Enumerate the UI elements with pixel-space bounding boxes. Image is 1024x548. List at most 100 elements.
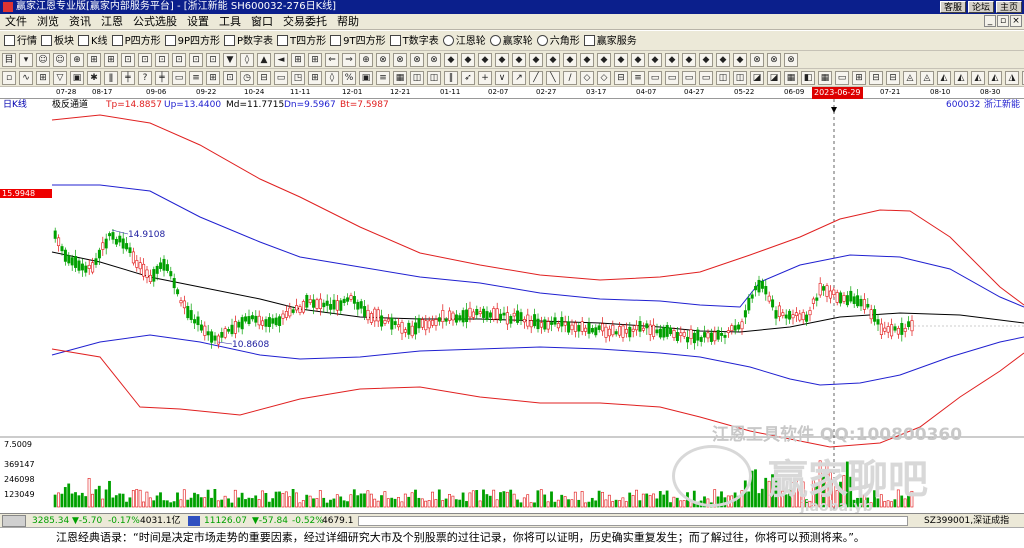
tool-icon[interactable]: ◆ [546,53,560,67]
tool-icon[interactable]: ∿ [19,71,33,85]
title-button[interactable]: 主页 [995,1,1022,13]
tool-icon[interactable]: ⊗ [784,53,798,67]
tool-icon[interactable]: ⇒ [342,53,356,67]
tool-icon[interactable]: ⊞ [87,53,101,67]
tool-icon[interactable]: ▼ [223,53,237,67]
tool-icon[interactable]: ▭ [172,71,186,85]
menu-item[interactable]: 窗口 [246,14,278,30]
tool-icon[interactable]: ⊡ [206,53,220,67]
tool-icon[interactable]: ≡ [376,71,390,85]
tool-icon[interactable]: ⊕ [70,53,84,67]
tool-icon[interactable]: ◆ [597,53,611,67]
toolbar-button[interactable]: 9P四方形 [164,32,220,50]
tool-icon[interactable]: ◆ [580,53,594,67]
tool-icon[interactable]: ▾ [19,53,33,67]
tool-icon[interactable]: ◫ [716,71,730,85]
tool-icon[interactable]: ◆ [716,53,730,67]
tool-icon[interactable]: ▭ [835,71,849,85]
tool-icon[interactable]: ◭ [971,71,985,85]
tool-icon[interactable]: ⊡ [121,53,135,67]
tool-icon[interactable]: ◧ [801,71,815,85]
tool-icon[interactable]: ▲ [257,53,271,67]
toolbar-button[interactable]: 六角形 [536,32,580,50]
menu-item[interactable]: 江恩 [96,14,128,30]
tool-icon[interactable]: ⊞ [852,71,866,85]
tool-icon[interactable]: ◆ [733,53,747,67]
tool-icon[interactable]: ▦ [393,71,407,85]
tool-icon[interactable]: ◫ [733,71,747,85]
tool-icon[interactable]: ◮ [1005,71,1019,85]
status-icons[interactable] [2,515,26,527]
tool-icon[interactable]: ✱ [87,71,101,85]
tool-icon[interactable]: ◭ [954,71,968,85]
tool-icon[interactable]: + [478,71,492,85]
tool-icon[interactable]: ◭ [937,71,951,85]
tool-icon[interactable]: ⊡ [172,53,186,67]
tool-icon[interactable]: ◫ [427,71,441,85]
tool-icon[interactable]: ☺ [53,53,67,67]
toolbar-button[interactable]: P四方形 [111,32,161,50]
horizontal-scrollbar[interactable] [358,516,908,526]
tool-icon[interactable]: ⊞ [308,71,322,85]
minimize-icon[interactable]: _ [984,15,996,27]
tool-icon[interactable]: ◆ [512,53,526,67]
tool-icon[interactable]: ⊗ [393,53,407,67]
tool-icon[interactable]: ⊞ [104,53,118,67]
toolbar-button[interactable]: 行情 [4,32,37,50]
tool-icon[interactable]: ⊡ [138,53,152,67]
tool-icon[interactable]: ╲ [546,71,560,85]
tool-icon[interactable]: ➶ [461,71,475,85]
tool-icon[interactable]: ◆ [495,53,509,67]
tool-icon[interactable]: ⊗ [427,53,441,67]
tool-icon[interactable]: ⊡ [223,71,237,85]
title-button[interactable]: 客服 [939,1,966,13]
tool-icon[interactable]: ◬ [920,71,934,85]
menu-item[interactable]: 浏览 [32,14,64,30]
tool-icon[interactable]: ⊟ [869,71,883,85]
tool-icon[interactable]: 目 [2,53,16,67]
tool-icon[interactable]: ◆ [614,53,628,67]
tool-icon[interactable]: ⊟ [886,71,900,85]
tool-icon[interactable]: ◆ [665,53,679,67]
title-button[interactable]: 论坛 [967,1,994,13]
toolbar-button[interactable]: 9T四方形 [330,32,386,50]
tool-icon[interactable]: ▭ [665,71,679,85]
tool-icon[interactable]: ▣ [70,71,84,85]
tool-icon[interactable]: ⊟ [257,71,271,85]
tool-icon[interactable]: ╪ [155,71,169,85]
close-icon[interactable]: × [1010,15,1022,27]
tool-icon[interactable]: ▦ [818,71,832,85]
tool-icon[interactable]: ǁ [104,71,118,85]
restore-icon[interactable]: ▫ [997,15,1009,27]
tool-icon[interactable]: ◭ [988,71,1002,85]
tool-icon[interactable]: ◆ [529,53,543,67]
tool-icon[interactable]: ⊗ [750,53,764,67]
tool-icon[interactable]: ◷ [240,71,254,85]
tool-icon[interactable]: ⊞ [308,53,322,67]
tool-icon[interactable]: ▭ [699,71,713,85]
kline-chart-area[interactable]: 2023-06-29 07-28 08-17 09-06 09-22 10-24 11-1… [0,87,1024,515]
tool-icon[interactable]: ⊡ [189,53,203,67]
menu-item[interactable]: 设置 [182,14,214,30]
toolbar-button[interactable]: P数字表 [224,32,273,50]
tool-icon[interactable]: ◳ [291,71,305,85]
tool-icon[interactable]: ∨ [495,71,509,85]
tool-icon[interactable]: ◆ [699,53,713,67]
tool-icon[interactable]: ◊ [325,71,339,85]
tool-icon[interactable]: ▦ [784,71,798,85]
tool-icon[interactable]: ◆ [563,53,577,67]
tool-icon[interactable]: ? [138,71,152,85]
tool-icon[interactable]: ⊗ [410,53,424,67]
tool-icon[interactable]: ▭ [648,71,662,85]
menu-item[interactable]: 公式选股 [128,14,182,30]
tool-icon[interactable]: ◫ [410,71,424,85]
tool-icon[interactable]: ◆ [461,53,475,67]
menu-item[interactable]: 交易委托 [278,14,332,30]
tool-icon[interactable]: ◄ [274,53,288,67]
tool-icon[interactable]: ≡ [631,71,645,85]
tool-icon[interactable]: ☺ [36,53,50,67]
toolbar-button[interactable]: 江恩轮 [442,32,486,50]
toolbar-button[interactable]: 赢家服务 [583,32,637,50]
tool-icon[interactable]: ◊ [240,53,254,67]
tool-icon[interactable]: ▫ [2,71,16,85]
